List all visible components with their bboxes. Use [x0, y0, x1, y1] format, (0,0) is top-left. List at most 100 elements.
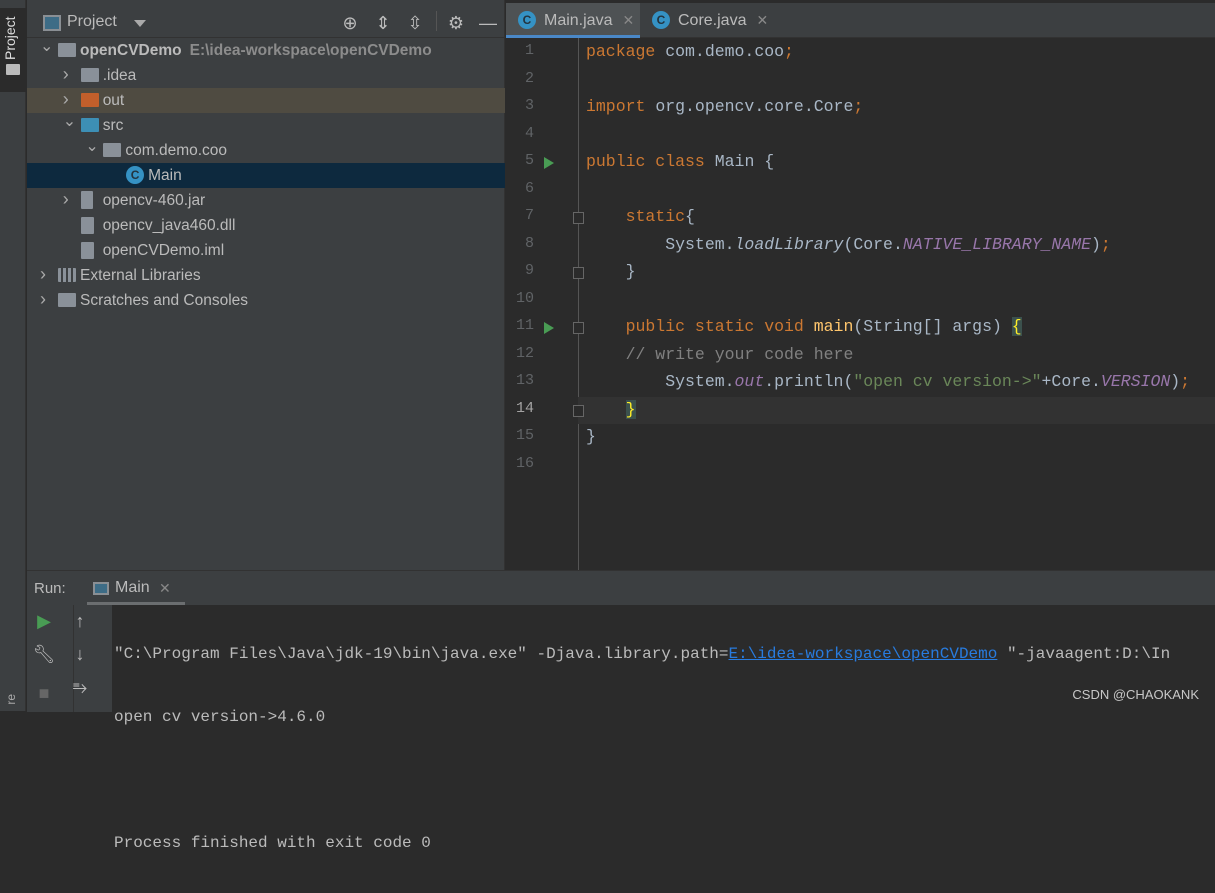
code-token: com.demo.coo — [665, 42, 785, 61]
line-number: 16 — [515, 454, 534, 472]
item-name: opencv-460.jar — [102, 192, 206, 209]
fold-marker-icon[interactable] — [573, 322, 584, 334]
tree-item-label: out — [103, 88, 125, 113]
code-token: VERSION — [1100, 372, 1171, 391]
code-line: } — [586, 399, 636, 419]
code-token: public static void — [586, 317, 814, 336]
item-name: External Libraries — [80, 267, 201, 284]
run-panel-header: Run: Main ✕ — [27, 571, 1215, 605]
folder-icon — [6, 64, 20, 75]
expand-all-icon[interactable]: ⇕ — [372, 13, 394, 34]
code-token: import — [586, 97, 656, 116]
source-folder-icon — [80, 118, 99, 132]
line-number: 15 — [515, 427, 534, 444]
tree-item-label: opencv-460.jar — [103, 188, 206, 213]
code-token: ; — [784, 42, 794, 61]
chevron-down-icon[interactable] — [134, 20, 146, 27]
chevron-down-icon[interactable]: ⌄ — [85, 134, 98, 159]
chevron-right-icon[interactable]: › — [40, 287, 46, 312]
stop-icon[interactable]: ■ — [32, 683, 56, 704]
item-name: openCVDemo.iml — [102, 242, 225, 259]
tab-main-java[interactable]: C Main.java ✕ — [506, 3, 640, 38]
chevron-down-icon[interactable]: ⌄ — [63, 109, 76, 134]
code-token: System. — [586, 234, 735, 254]
chevron-down-icon[interactable]: ⌄ — [40, 34, 53, 59]
jar-icon — [80, 191, 93, 209]
code-token: } — [586, 262, 636, 281]
locate-icon[interactable]: ⊕ — [339, 13, 361, 34]
tree-item[interactable]: › Scratches and Consoles — [27, 288, 505, 313]
project-view-title[interactable]: Project — [67, 13, 117, 31]
tree-item[interactable]: C Main — [27, 163, 505, 188]
close-icon[interactable]: ✕ — [622, 12, 634, 28]
java-class-icon: C — [518, 11, 536, 29]
structure-tab-label[interactable]: re — [4, 694, 18, 705]
console-line: "C:\Program Files\Java\jdk-19\bin\java.e… — [114, 641, 1170, 668]
item-name: opencv_java460.dll — [102, 217, 236, 234]
tree-item[interactable]: ⌄ openCVDemo E:\idea-workspace\openCVDemo — [27, 38, 505, 63]
code-token: (String[] args) — [853, 317, 1012, 336]
chevron-right-icon[interactable]: › — [40, 262, 46, 287]
chevron-right-icon[interactable]: › — [63, 62, 69, 87]
rerun-icon[interactable]: ▶ — [32, 611, 56, 632]
tree-item[interactable]: ⌄ com.demo.coo — [27, 138, 505, 163]
tree-item[interactable]: › out — [27, 88, 505, 113]
hide-icon[interactable]: — — [477, 13, 499, 34]
code-token: .println( — [764, 372, 854, 391]
item-name: com.demo.coo — [125, 142, 228, 159]
project-panel: Project ⊕ ⇕ ⇳ ⚙ — ⌄ openCVDemo E:\idea-wor… — [27, 0, 505, 570]
scratches-icon — [58, 293, 76, 307]
run-tab-main[interactable]: Main ✕ — [87, 571, 185, 605]
code-token: System. — [586, 372, 735, 391]
folder-icon — [80, 68, 99, 82]
arrow-up-icon[interactable]: ↑ — [68, 611, 92, 632]
code-token: +Core. — [1041, 372, 1101, 391]
arrow-down-icon[interactable]: ↓ — [68, 644, 92, 665]
code-line: public static void main(String[] args) { — [586, 317, 1022, 336]
soft-wrap-icon[interactable]: ⥱ — [68, 677, 92, 698]
code-token: ; — [853, 97, 864, 116]
code-token: // write your code here — [586, 344, 854, 364]
close-icon[interactable]: ✕ — [159, 580, 171, 597]
run-panel: Run: Main ✕ ▶ 🔧︎ ■ ↑ ↓ ⥱ "C:\Program Fil… — [27, 570, 1215, 852]
code-token: "open cv version->" — [853, 372, 1042, 391]
tree-item[interactable]: openCVDemo.iml — [27, 238, 505, 263]
code-line: // write your code here — [586, 344, 854, 364]
fold-marker-icon[interactable] — [573, 267, 584, 279]
fold-marker-icon[interactable] — [573, 212, 584, 224]
line-number: 14 — [515, 399, 534, 417]
item-name: Main — [148, 167, 182, 184]
tree-item[interactable]: › .idea — [27, 63, 505, 88]
tree-item-label: External Libraries — [80, 263, 201, 288]
item-name: .idea — [102, 67, 137, 84]
code-token: package — [586, 42, 666, 61]
close-icon[interactable]: ✕ — [756, 12, 768, 28]
tree-item-label: src — [103, 113, 124, 138]
wrench-icon[interactable]: 🔧︎ — [32, 644, 56, 665]
tree-item[interactable]: › opencv-460.jar — [27, 188, 505, 213]
run-gutter-icon[interactable] — [544, 322, 554, 334]
run-gutter-icon[interactable] — [544, 157, 554, 169]
project-tool-window-label[interactable]: Project — [2, 12, 18, 60]
console-line: Process finished with exit code 0 — [114, 834, 431, 852]
line-number: 2 — [524, 69, 534, 87]
tree-item-label: com.demo.coo — [125, 138, 227, 163]
tab-core-java[interactable]: C Core.java ✕ — [640, 3, 770, 38]
gear-icon[interactable]: ⚙ — [445, 13, 467, 34]
collapse-all-icon[interactable]: ⇳ — [404, 13, 426, 34]
line-number: 3 — [524, 97, 534, 114]
fold-marker-icon[interactable] — [573, 404, 584, 417]
console-link[interactable]: E:\idea-workspace\openCVDemo — [729, 645, 998, 663]
console-output[interactable]: "C:\Program Files\Java\jdk-19\bin\java.e… — [114, 605, 1170, 893]
java-class-locked-icon: C — [652, 11, 670, 29]
tree-item[interactable]: opencv_java460.dll — [27, 213, 505, 238]
module-folder-icon — [58, 43, 76, 57]
tab-label: Core.java — [678, 12, 747, 29]
chevron-right-icon[interactable]: › — [63, 187, 69, 212]
code-line: import org.opencv.core.Core; — [586, 97, 863, 116]
tree-item[interactable]: › External Libraries — [27, 263, 505, 288]
code-token: { — [1011, 317, 1022, 336]
code-token: (Core. — [843, 234, 903, 254]
code-editor[interactable]: 1 package com.demo.coo; 2 3 import org.openc… — [506, 38, 1215, 570]
